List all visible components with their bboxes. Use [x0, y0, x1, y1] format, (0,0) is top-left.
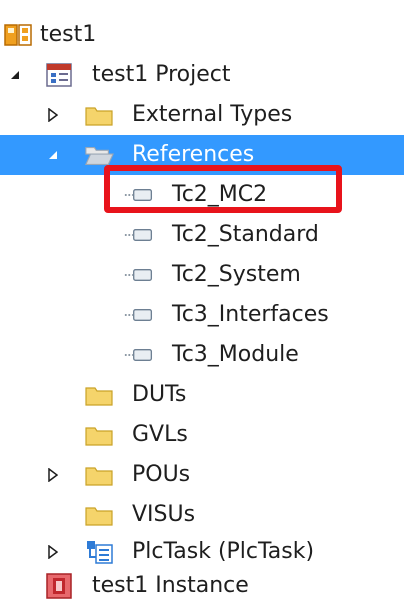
plc-project-icon — [4, 22, 34, 48]
tree-node-label: Tc3_Interfaces — [172, 302, 329, 327]
tree-node-ref-tc3-interfaces[interactable]: Tc3_Interfaces — [0, 295, 404, 335]
tree-node-ref-tc2-standard[interactable]: Tc2_Standard — [0, 215, 404, 255]
tree-node-label: Tc2_System — [172, 262, 301, 287]
instance-icon — [44, 573, 74, 599]
tree-node-external-types[interactable]: External Types — [0, 95, 404, 135]
folder-icon — [84, 382, 114, 408]
tree-node-test1-instance[interactable]: test1 Instance — [0, 566, 404, 606]
task-icon — [84, 539, 114, 565]
tree-node-duts[interactable]: DUTs — [0, 375, 404, 415]
tree-node-label: Tc2_Standard — [172, 222, 319, 247]
tree-node-gvls[interactable]: GVLs — [0, 415, 404, 455]
project-icon — [44, 62, 74, 88]
expand-toggle-icon[interactable] — [42, 455, 64, 495]
tree-node-label: VISUs — [132, 502, 196, 527]
library-reference-icon — [124, 222, 154, 248]
tree-node-ref-tc3-module[interactable]: Tc3_Module — [0, 335, 404, 375]
solution-explorer-tree: test1 test1 Project External Types Refer… — [0, 0, 404, 605]
folder-icon — [84, 502, 114, 528]
tree-node-label: External Types — [132, 102, 293, 127]
tree-node-ref-tc2-system[interactable]: Tc2_System — [0, 255, 404, 295]
collapse-toggle-icon[interactable] — [4, 55, 26, 95]
tree-node-label: test1 Project — [92, 62, 231, 87]
tree-node-visus[interactable]: VISUs — [0, 495, 404, 535]
tree-node-label: test1 Instance — [92, 573, 249, 598]
folder-icon — [84, 422, 114, 448]
folder-icon — [84, 102, 114, 128]
folder-icon — [84, 462, 114, 488]
tree-node-label: test1 — [40, 22, 97, 47]
tree-node-label: DUTs — [132, 382, 187, 407]
expand-toggle-icon[interactable] — [42, 95, 64, 135]
highlight-annotation-box — [104, 165, 342, 213]
tree-node-label: POUs — [132, 462, 191, 487]
tree-node-label: GVLs — [132, 422, 188, 447]
tree-node-test1-project[interactable]: test1 Project — [0, 55, 404, 95]
tree-node-label: Tc3_Module — [172, 342, 299, 367]
tree-node-test1[interactable]: test1 — [0, 15, 404, 55]
tree-node-pous[interactable]: POUs — [0, 455, 404, 495]
library-reference-icon — [124, 262, 154, 288]
library-reference-icon — [124, 302, 154, 328]
library-reference-icon — [124, 342, 154, 368]
collapse-toggle-icon[interactable] — [42, 135, 64, 175]
